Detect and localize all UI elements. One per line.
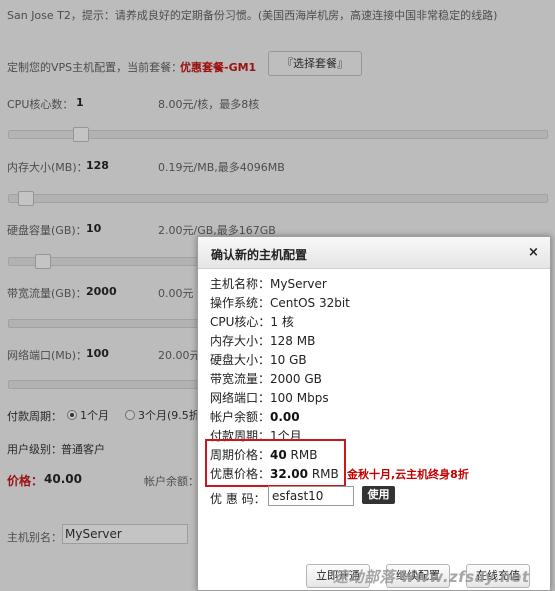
summary-value: 10 GB: [270, 353, 307, 367]
summary-value: 1 核: [270, 315, 294, 329]
dialog-header: 确认新的主机配置 ×: [198, 237, 550, 269]
summary-label: 操作系统：: [210, 296, 271, 310]
summary-label: 主机名称：: [210, 277, 271, 291]
coupon-input[interactable]: esfast10: [268, 486, 354, 506]
summary-value: CentOS 32bit: [270, 296, 350, 310]
summary-row-bandwidth: 带宽流量：2000 GB: [210, 370, 322, 387]
summary-row-balance: 帐户余额：0.00: [210, 408, 300, 425]
price-highlight-box: [205, 439, 346, 487]
summary-label: 内存大小：: [210, 334, 271, 348]
summary-row-memory: 内存大小：128 MB: [210, 332, 315, 349]
summary-value: 2000 GB: [270, 372, 322, 386]
confirm-config-dialog: 确认新的主机配置 × 主机名称：MyServer 操作系统：CentOS 32b…: [197, 236, 551, 591]
summary-row-hostname: 主机名称：MyServer: [210, 275, 327, 292]
summary-value: 0.00: [270, 410, 300, 424]
summary-row-os: 操作系统：CentOS 32bit: [210, 294, 350, 311]
watermark: 速动部落 www.zfsay.net: [333, 568, 530, 586]
summary-label: 带宽流量：: [210, 372, 271, 386]
promo-text: 金秋十月,云主机终身8折: [347, 468, 469, 481]
summary-row-cpu: CPU核心：1 核: [210, 313, 294, 330]
summary-value: 128 MB: [270, 334, 316, 348]
summary-row-port: 网络端口：100 Mbps: [210, 389, 329, 406]
close-icon[interactable]: ×: [528, 245, 539, 260]
summary-label: 网络端口：: [210, 391, 271, 405]
summary-value: MyServer: [270, 277, 327, 291]
summary-label: CPU核心：: [210, 315, 271, 329]
coupon-label: 优 惠 码：: [210, 492, 266, 506]
summary-row-disk: 硬盘大小：10 GB: [210, 351, 307, 368]
use-coupon-button[interactable]: 使用: [362, 486, 395, 504]
summary-label: 硬盘大小：: [210, 353, 271, 367]
dialog-title: 确认新的主机配置: [211, 248, 308, 262]
summary-label: 帐户余额：: [210, 410, 271, 424]
summary-value: 100 Mbps: [270, 391, 329, 405]
